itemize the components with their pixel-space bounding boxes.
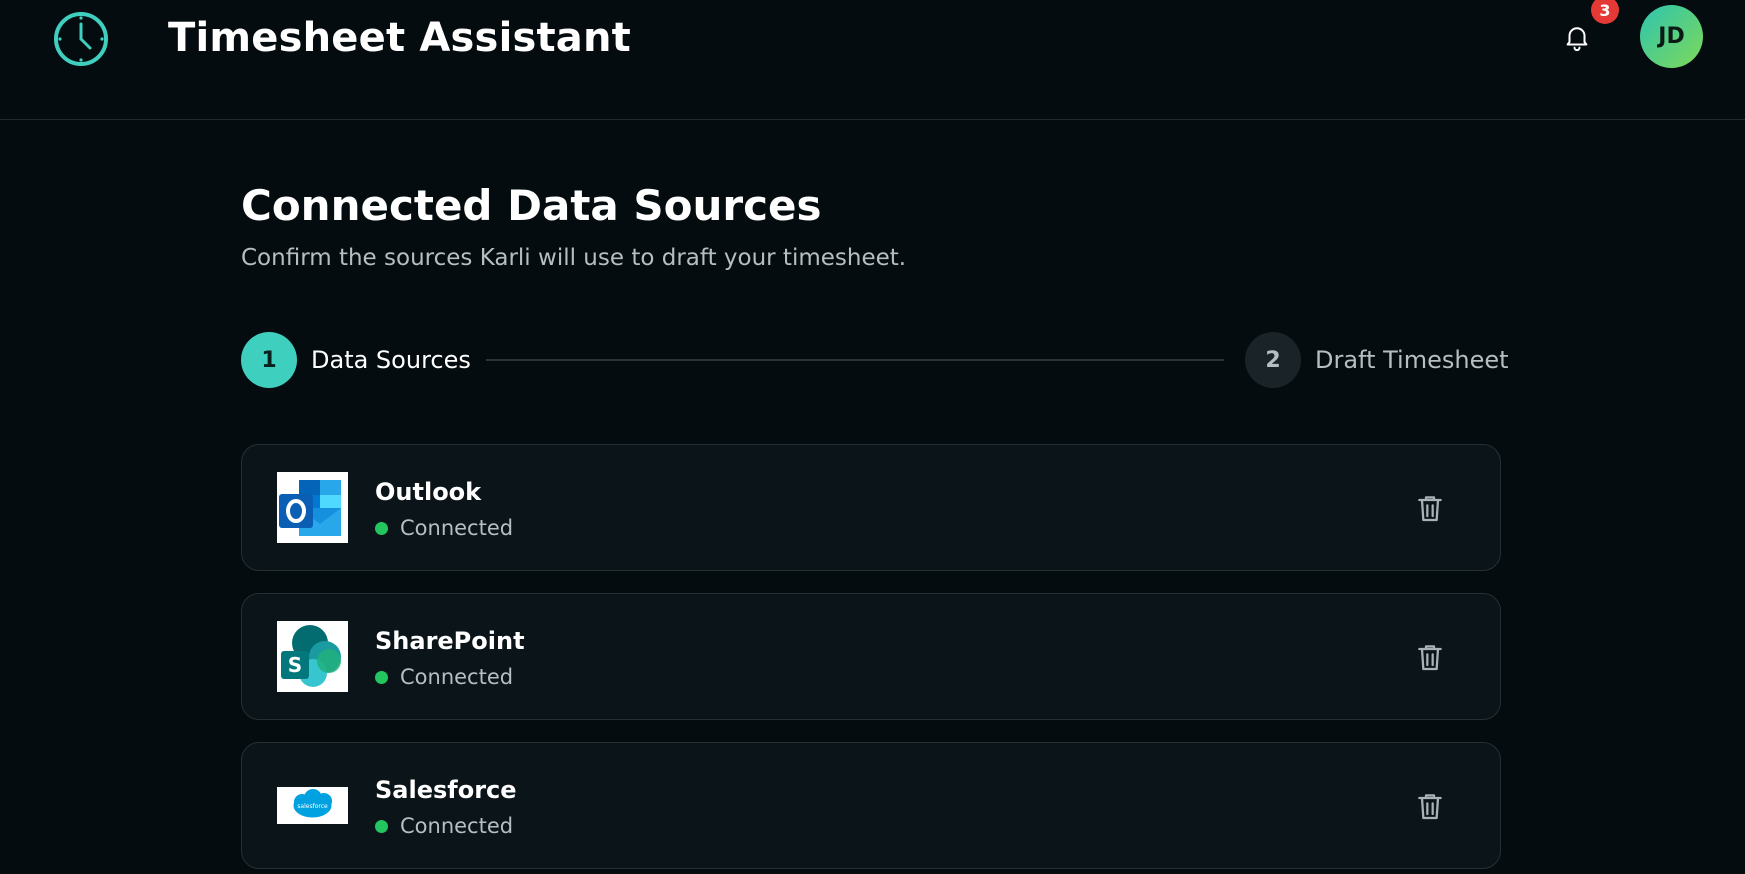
status-text: Connected xyxy=(400,665,514,689)
status-text: Connected xyxy=(400,814,514,838)
stepper-connector xyxy=(486,359,1224,361)
source-card-sharepoint: S SharePoint Connected xyxy=(241,593,1501,720)
status-dot-icon xyxy=(375,819,388,833)
svg-text:S: S xyxy=(288,653,302,677)
source-card-salesforce: salesforce Salesforce Connected xyxy=(241,742,1501,869)
salesforce-logo-icon: salesforce xyxy=(277,787,348,824)
delete-salesforce-button[interactable] xyxy=(1414,790,1446,822)
step-2-number[interactable]: 2 xyxy=(1245,332,1301,388)
step-1-label[interactable]: Data Sources xyxy=(311,342,471,378)
clock-logo-icon xyxy=(54,12,108,66)
status-text: Connected xyxy=(400,516,514,540)
delete-outlook-button[interactable] xyxy=(1414,492,1446,524)
source-card-outlook: Outlook Connected xyxy=(241,444,1501,571)
notification-count-badge: 3 xyxy=(1591,0,1619,24)
app-title: Timesheet Assistant xyxy=(168,15,631,61)
source-name: Outlook xyxy=(375,478,482,506)
source-name: SharePoint xyxy=(375,627,525,655)
sharepoint-logo-icon: S xyxy=(277,621,348,692)
status-dot-icon xyxy=(375,670,388,684)
svg-text:salesforce: salesforce xyxy=(297,803,328,810)
step-1-number[interactable]: 1 xyxy=(241,332,297,388)
delete-sharepoint-button[interactable] xyxy=(1414,641,1446,673)
top-header: Timesheet Assistant 3 JD xyxy=(0,0,1745,120)
notification-bell-icon[interactable] xyxy=(1562,22,1592,52)
page-title: Connected Data Sources xyxy=(241,181,822,230)
source-status: Connected xyxy=(375,513,513,543)
page-subtitle: Confirm the sources Karli will use to dr… xyxy=(241,245,907,271)
user-avatar[interactable]: JD xyxy=(1640,5,1703,68)
status-dot-icon xyxy=(375,521,388,535)
outlook-logo-icon xyxy=(277,472,348,543)
source-status: Connected xyxy=(375,811,513,841)
app-root: Timesheet Assistant 3 JD Connected Data … xyxy=(0,0,1745,874)
step-2-label[interactable]: Draft Timesheet xyxy=(1315,342,1509,378)
source-status: Connected xyxy=(375,662,513,692)
source-name: Salesforce xyxy=(375,776,517,804)
